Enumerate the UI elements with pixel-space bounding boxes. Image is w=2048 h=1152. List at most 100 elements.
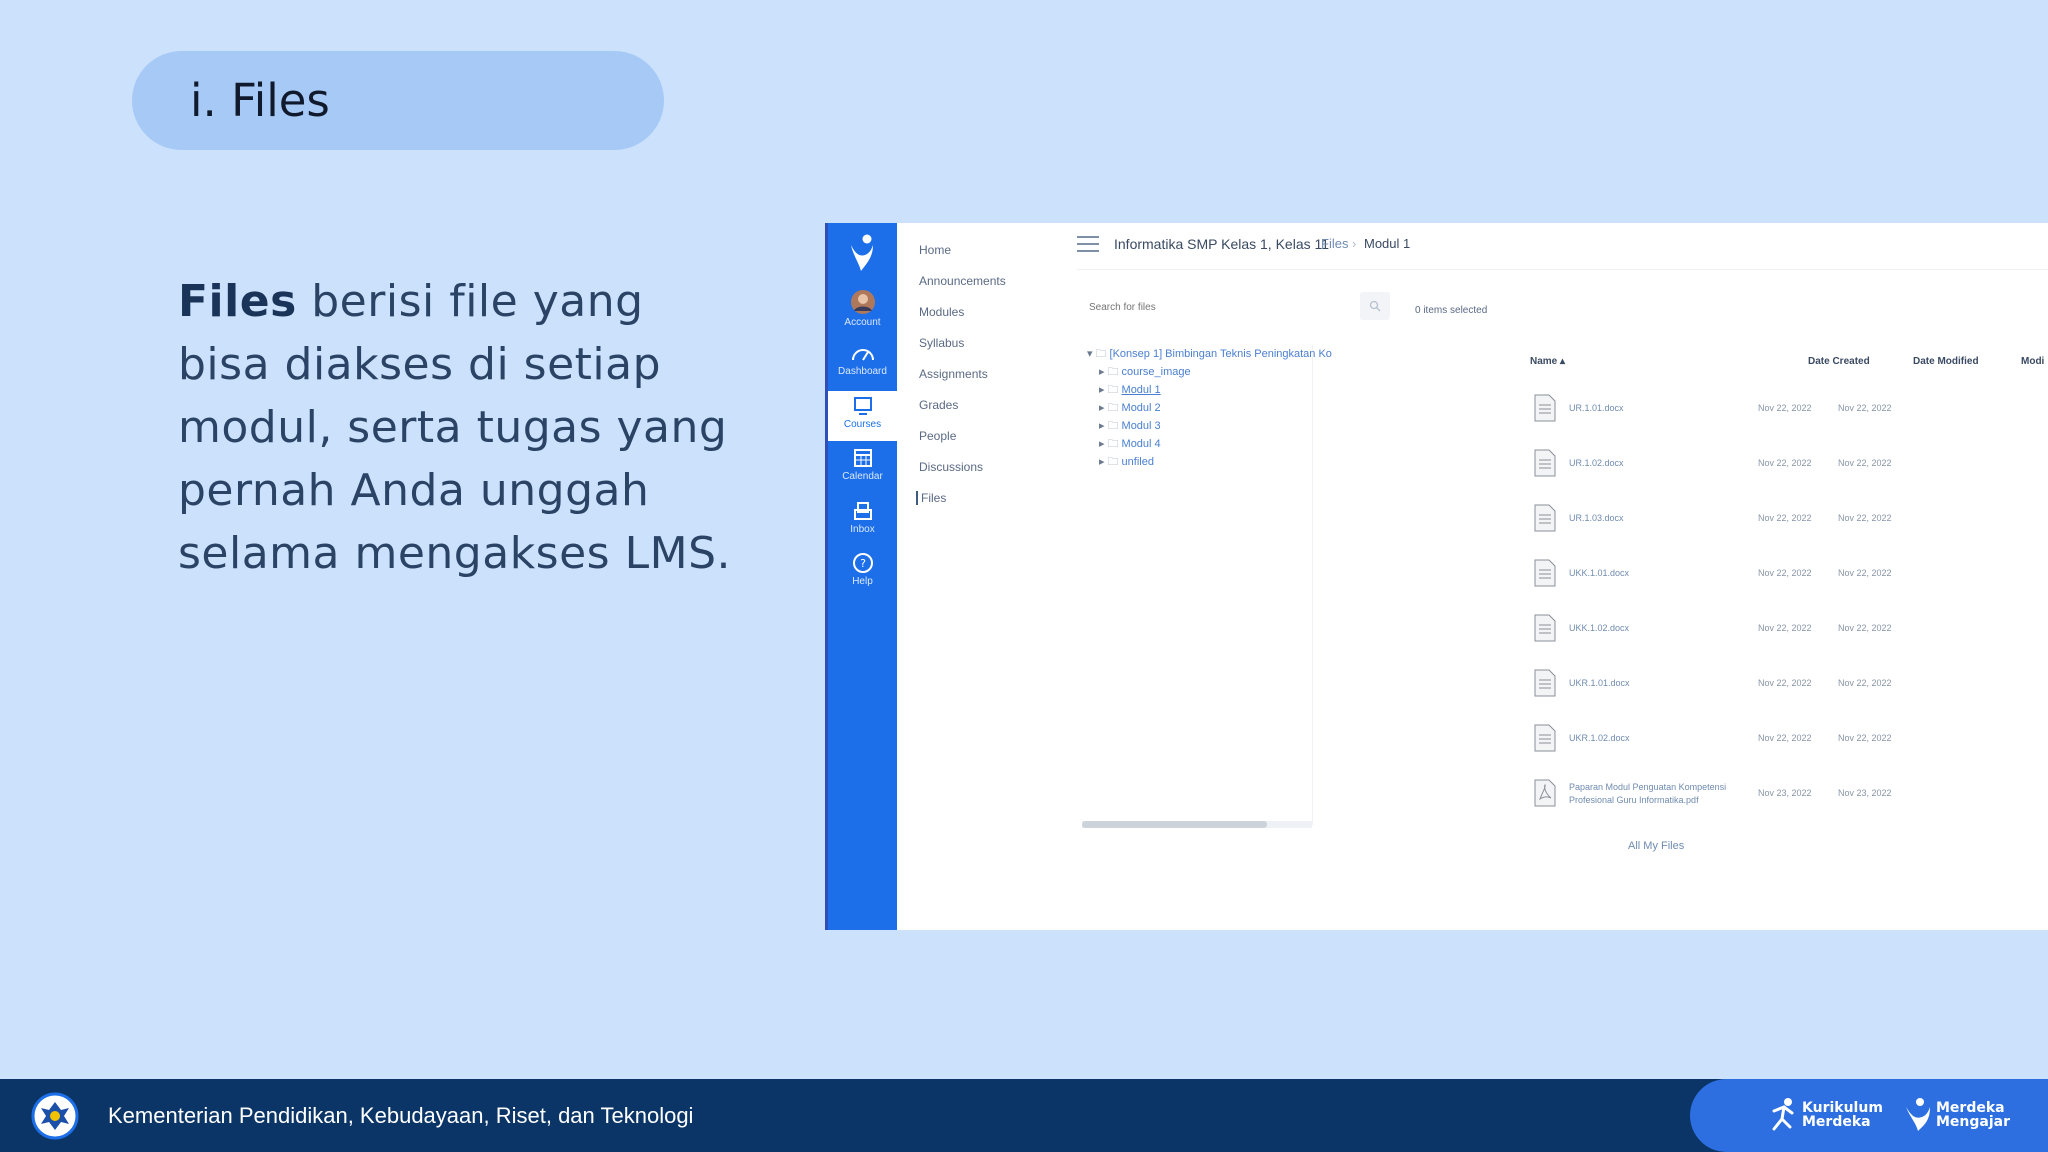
file-name[interactable]: UKR.1.01.docx xyxy=(1569,678,1630,688)
caret-right-icon: ▸ xyxy=(1099,456,1105,468)
tree-item-label: Modul 3 xyxy=(1121,420,1161,432)
folder-icon: 🗀 xyxy=(1107,438,1119,450)
course-nav-syllabus[interactable]: Syllabus xyxy=(919,336,964,350)
document-icon xyxy=(1534,724,1556,752)
scrollbar-thumb[interactable] xyxy=(1082,821,1267,828)
file-date-modified: Nov 23, 2022 xyxy=(1838,788,1892,798)
course-nav-discussions[interactable]: Discussions xyxy=(919,460,983,474)
slide-title: i. Files xyxy=(190,74,330,127)
lms-screenshot: Account Dashboard Courses Calendar Inbox… xyxy=(825,223,2048,930)
file-name[interactable]: Paparan Modul Penguatan Kompetensi Profe… xyxy=(1569,781,1729,807)
global-nav-label: Help xyxy=(852,576,873,587)
tree-folder-modul-2[interactable]: ▸ 🗀 Modul 2 xyxy=(1099,399,1161,418)
file-name[interactable]: UKK.1.01.docx xyxy=(1569,568,1629,578)
column-header-date-modified[interactable]: Date Modified xyxy=(1913,356,1979,367)
global-nav-label: Courses xyxy=(843,419,882,430)
global-nav-calendar[interactable]: Calendar xyxy=(828,443,897,493)
tree-folder-modul-1[interactable]: ▸ 🗀 Modul 1 xyxy=(1099,381,1161,400)
file-name[interactable]: UKR.1.02.docx xyxy=(1569,733,1630,743)
merdeka-mengajar-icon xyxy=(1906,1098,1930,1131)
file-name[interactable]: UR.1.01.docx xyxy=(1569,403,1624,413)
help-icon: ? xyxy=(852,553,873,573)
table-row[interactable]: UKR.1.02.docx Nov 22, 2022 Nov 22, 2022 xyxy=(1534,724,2048,764)
column-header-name[interactable]: Name ▴ xyxy=(1530,356,1565,367)
table-row[interactable]: Paparan Modul Penguatan Kompetensi Profe… xyxy=(1534,779,2048,819)
table-row[interactable]: UR.1.01.docx Nov 22, 2022 Nov 22, 2022 xyxy=(1534,394,2048,434)
file-date-created: Nov 23, 2022 xyxy=(1758,788,1812,798)
global-nav-help[interactable]: ? Help xyxy=(828,548,897,598)
global-nav-inbox[interactable]: Inbox xyxy=(828,496,897,546)
caret-right-icon: ▸ xyxy=(1099,438,1105,450)
course-nav-grades[interactable]: Grades xyxy=(919,398,958,412)
tree-item-label: Modul 4 xyxy=(1121,438,1161,450)
merdeka-mengajar-logo: Merdeka Mengajar xyxy=(1904,1097,2010,1133)
table-row[interactable]: UKK.1.02.docx Nov 22, 2022 Nov 22, 2022 xyxy=(1534,614,2048,654)
file-date-created: Nov 22, 2022 xyxy=(1758,458,1812,468)
lms-logo-icon[interactable] xyxy=(845,231,881,275)
file-date-created: Nov 22, 2022 xyxy=(1758,678,1812,688)
tree-item-label: Modul 2 xyxy=(1121,402,1161,414)
table-row[interactable]: UR.1.02.docx Nov 22, 2022 Nov 22, 2022 xyxy=(1534,449,2048,489)
course-nav-modules[interactable]: Modules xyxy=(919,305,964,319)
course-nav-people[interactable]: People xyxy=(919,429,956,443)
hamburger-menu-icon[interactable] xyxy=(1077,236,1099,252)
file-search-input[interactable] xyxy=(1087,296,1301,318)
file-date-created: Nov 22, 2022 xyxy=(1758,568,1812,578)
document-icon xyxy=(1534,449,1556,477)
caret-right-icon: ▸ xyxy=(1099,366,1105,378)
global-nav: Account Dashboard Courses Calendar Inbox… xyxy=(825,223,897,930)
column-header-modified-by[interactable]: Modi xyxy=(2021,356,2044,367)
document-icon xyxy=(1534,669,1556,697)
file-date-modified: Nov 22, 2022 xyxy=(1838,513,1892,523)
tree-item-label: course_image xyxy=(1121,366,1191,378)
file-date-created: Nov 22, 2022 xyxy=(1758,733,1812,743)
file-date-modified: Nov 22, 2022 xyxy=(1838,678,1892,688)
file-name[interactable]: UR.1.02.docx xyxy=(1569,458,1624,468)
calendar-icon xyxy=(853,449,872,467)
file-date-created: Nov 22, 2022 xyxy=(1758,403,1812,413)
file-date-created: Nov 22, 2022 xyxy=(1758,623,1812,633)
folder-icon: 🗀 xyxy=(1107,402,1119,414)
file-name[interactable]: UKK.1.02.docx xyxy=(1569,623,1629,633)
folder-icon: 🗀 xyxy=(1107,366,1119,378)
breadcrumb-course[interactable]: Informatika SMP Kelas 1, Kelas 11 xyxy=(1114,236,1329,252)
ministry-emblem-icon xyxy=(31,1092,79,1140)
caret-right-icon: ▸ xyxy=(1099,384,1105,396)
footer-bar: Kementerian Pendidikan, Kebudayaan, Rise… xyxy=(0,1079,2048,1152)
folder-icon: 🗀 xyxy=(1107,384,1119,396)
global-nav-label: Inbox xyxy=(850,524,875,535)
slide-title-pill: i. Files xyxy=(132,51,664,150)
table-row[interactable]: UKR.1.01.docx Nov 22, 2022 Nov 22, 2022 xyxy=(1534,669,2048,709)
tree-item-label: [Konsep 1] Bimbingan Teknis Peningkatan … xyxy=(1109,348,1332,360)
global-nav-dashboard[interactable]: Dashboard xyxy=(828,338,897,388)
course-nav-assignments[interactable]: Assignments xyxy=(919,367,988,381)
file-date-modified: Nov 22, 2022 xyxy=(1838,568,1892,578)
account-icon xyxy=(850,290,875,314)
course-nav-files[interactable]: Files xyxy=(916,491,946,505)
tree-folder-modul-3[interactable]: ▸ 🗀 Modul 3 xyxy=(1099,417,1161,436)
caret-down-icon: ▾ xyxy=(1087,348,1093,360)
course-nav-announcements[interactable]: Announcements xyxy=(919,274,1006,288)
global-nav-courses[interactable]: Courses xyxy=(828,391,897,441)
folder-tree: ▾ 🗀 [Konsep 1] Bimbingan Teknis Peningkata… xyxy=(1087,345,1332,825)
tree-folder-modul-4[interactable]: ▸ 🗀 Modul 4 xyxy=(1099,435,1161,454)
file-name[interactable]: UR.1.03.docx xyxy=(1569,513,1624,523)
search-button[interactable] xyxy=(1360,292,1390,320)
breadcrumb-files[interactable]: Files xyxy=(1321,236,1348,251)
pdf-file-icon xyxy=(1534,779,1556,807)
file-date-created: Nov 22, 2022 xyxy=(1758,513,1812,523)
course-nav-home[interactable]: Home xyxy=(919,243,951,257)
file-date-modified: Nov 22, 2022 xyxy=(1838,403,1892,413)
all-my-files-link[interactable]: All My Files xyxy=(1628,840,1684,852)
column-header-date-created[interactable]: Date Created xyxy=(1808,356,1870,367)
tree-horizontal-scrollbar[interactable] xyxy=(1082,821,1312,828)
breadcrumb-separator: › xyxy=(1352,236,1357,251)
dashboard-icon xyxy=(851,349,874,361)
tree-folder-course-image[interactable]: ▸ 🗀 course_image xyxy=(1099,363,1191,382)
breadcrumb-current: Modul 1 xyxy=(1364,236,1411,251)
table-row[interactable]: UR.1.03.docx Nov 22, 2022 Nov 22, 2022 xyxy=(1534,504,2048,544)
tree-folder-unfiled[interactable]: ▸ 🗀 unfiled xyxy=(1099,453,1154,472)
global-nav-account[interactable]: Account xyxy=(828,285,897,335)
tree-root-folder[interactable]: ▾ 🗀 [Konsep 1] Bimbingan Teknis Peningkata… xyxy=(1087,345,1332,364)
table-row[interactable]: UKK.1.01.docx Nov 22, 2022 Nov 22, 2022 xyxy=(1534,559,2048,599)
